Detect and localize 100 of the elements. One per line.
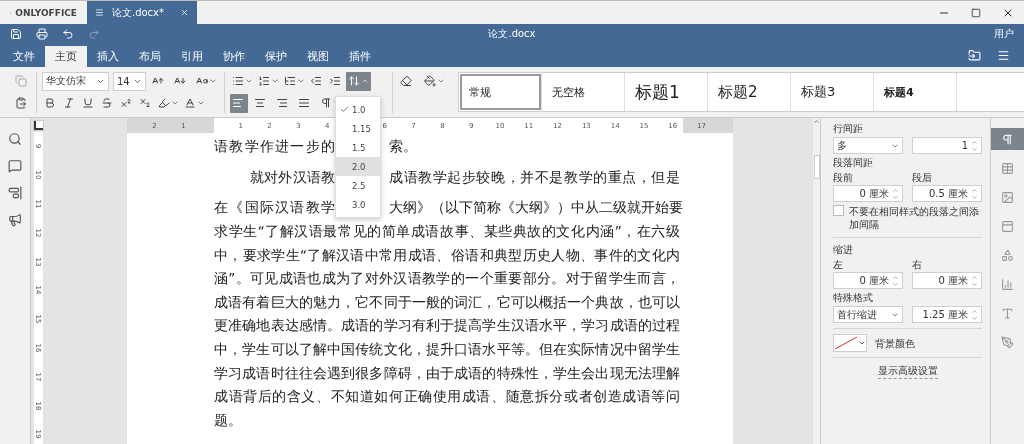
indent-left-field[interactable]: 0 厘米 <box>833 272 903 289</box>
document-title: 论文.docx <box>488 27 536 41</box>
caret-icon <box>245 77 253 85</box>
chart-icon <box>1001 277 1014 291</box>
style-preset[interactable]: 常规 <box>459 73 542 111</box>
caret-icon <box>271 77 279 85</box>
caret-icon <box>209 77 217 85</box>
align-justify-icon <box>298 97 310 109</box>
menu-item[interactable]: 2.5 <box>336 176 380 195</box>
decrease-indent-icon <box>310 75 322 87</box>
decrease-font-icon <box>174 75 186 87</box>
ribbon-tab[interactable]: 协作 <box>213 46 255 67</box>
pen-icon <box>1001 335 1014 349</box>
line-spacing-select[interactable]: 多 <box>833 137 903 154</box>
ribbon-tab[interactable]: 插件 <box>339 46 381 67</box>
document-tab[interactable]: 论文.docx* <box>87 1 197 24</box>
maximize-icon[interactable] <box>971 7 981 18</box>
indent-right-field[interactable]: 0 厘米 <box>912 272 982 289</box>
table-icon <box>1001 161 1014 175</box>
document-text: 语教学作进一步的 <box>214 137 335 156</box>
print-icon[interactable] <box>36 28 48 40</box>
menu-item[interactable]: 1.0 <box>336 100 380 119</box>
paint-bucket-icon <box>424 75 436 87</box>
increase-indent-icon <box>329 75 341 87</box>
spacing-before-field[interactable]: 0 厘米 <box>833 185 903 202</box>
special-indent-field[interactable]: 1.25 厘米 <box>912 306 982 323</box>
megaphone-icon[interactable] <box>8 213 22 227</box>
tab-stop-icon[interactable] <box>33 121 43 130</box>
document-text: 求学生“了解汉语最常见的简单成语故事、某些典故的文化内涵”，在六级 <box>214 223 680 241</box>
bullet-list-icon <box>232 75 244 87</box>
spinner-icon <box>971 307 978 322</box>
menu-item[interactable]: 2.0 <box>336 157 380 176</box>
document-text: 中，要求学生“了解汉语中常用成语、俗语和典型历史人物、事件的文化内 <box>214 246 680 265</box>
ribbon-tab[interactable]: 主页 <box>45 46 87 67</box>
line-spacing-icon <box>348 75 360 87</box>
check-icon <box>340 105 349 114</box>
caret-icon <box>858 339 866 347</box>
field-label: 背景颜色 <box>875 336 915 350</box>
document-text: 成语有着巨大的魅力，它不同于一般的词汇，它可以概括一个典故，也可以 <box>214 293 680 312</box>
ribbon-tab[interactable]: 视图 <box>297 46 339 67</box>
line-spacing-field[interactable]: 1 <box>912 137 982 154</box>
ribbon-tab[interactable]: 保护 <box>255 46 297 67</box>
numbered-list-icon <box>258 75 270 87</box>
user-name: 用户 <box>994 27 1014 41</box>
shapes-icon <box>1001 248 1014 262</box>
font-size-select[interactable]: 14 <box>113 71 146 91</box>
caret-icon <box>171 99 179 107</box>
bold-icon <box>44 97 56 109</box>
spinner-icon <box>892 186 899 201</box>
highlighter-icon <box>158 97 170 109</box>
advanced-settings-link[interactable]: 显示高级设置 <box>877 364 938 379</box>
ribbon-tab[interactable]: 布局 <box>129 46 171 67</box>
search-icon[interactable] <box>8 132 22 146</box>
undo-icon[interactable] <box>62 28 74 40</box>
menu-item[interactable]: 1.15 <box>336 119 380 138</box>
align-left-icon <box>232 97 244 109</box>
subscript-icon <box>139 97 151 109</box>
document-text: 成语教学起步较晚，并不是教学的重点，但是 <box>389 168 680 187</box>
line-spacing-button[interactable] <box>346 71 371 91</box>
section-label: 特殊格式 <box>833 291 874 304</box>
document-text: 更准确地表达感情。成语的学习有利于提高学生汉语水平，学习成语的过程 <box>214 317 680 336</box>
ribbon-tab[interactable]: 插入 <box>87 46 129 67</box>
save-icon[interactable] <box>10 28 22 40</box>
scroll-up-icon[interactable] <box>813 118 820 125</box>
spinner-icon <box>892 273 899 288</box>
spinner-icon <box>971 186 978 201</box>
ribbon-tab[interactable]: 文件 <box>3 46 45 67</box>
ribbon-tab[interactable]: 引用 <box>171 46 213 67</box>
document-text: 成语背后的含义、不知道如何正确使用成语、随意拆分或者创造成语等问 <box>214 388 680 407</box>
menu-icon[interactable] <box>95 7 104 18</box>
align-right-icon <box>276 97 288 109</box>
multilevel-list-icon <box>284 75 296 87</box>
paragraph-settings-button[interactable] <box>991 128 1024 150</box>
field-label: 右 <box>912 258 923 271</box>
caret-icon <box>197 99 205 107</box>
change-case-icon <box>196 75 208 87</box>
menu-item[interactable]: 3.0 <box>336 195 380 214</box>
scroll-thumb[interactable] <box>813 155 820 179</box>
underline-icon <box>82 97 94 109</box>
special-indent-select[interactable]: 首行缩进 <box>833 306 903 323</box>
font-name-select[interactable]: 华文仿宋 <box>42 71 109 91</box>
italic-icon <box>63 97 75 109</box>
checkbox[interactable] <box>833 205 844 216</box>
document-text: 索。 <box>389 137 417 156</box>
section-label: 缩进 <box>833 243 854 256</box>
pilcrow-icon <box>320 97 332 109</box>
document-text: 中，学生可以了解中国传统文化，提升口语水平等。但在实际情况中留学生 <box>214 340 680 359</box>
spinner-icon <box>971 273 978 288</box>
menu-item[interactable]: 1.5 <box>336 138 380 157</box>
image-icon <box>1001 190 1014 204</box>
copy-icon <box>15 75 27 87</box>
align-left-button[interactable] <box>230 93 248 113</box>
caret-icon <box>297 77 305 85</box>
section-label: 段落间距 <box>833 156 874 169</box>
navigation-icon[interactable] <box>8 186 22 200</box>
background-color-button[interactable] <box>833 334 867 352</box>
redo-icon[interactable] <box>88 28 100 40</box>
spacing-after-field[interactable]: 0.5 厘米 <box>912 185 982 202</box>
comment-icon[interactable] <box>8 159 22 173</box>
caret-icon <box>437 77 445 85</box>
